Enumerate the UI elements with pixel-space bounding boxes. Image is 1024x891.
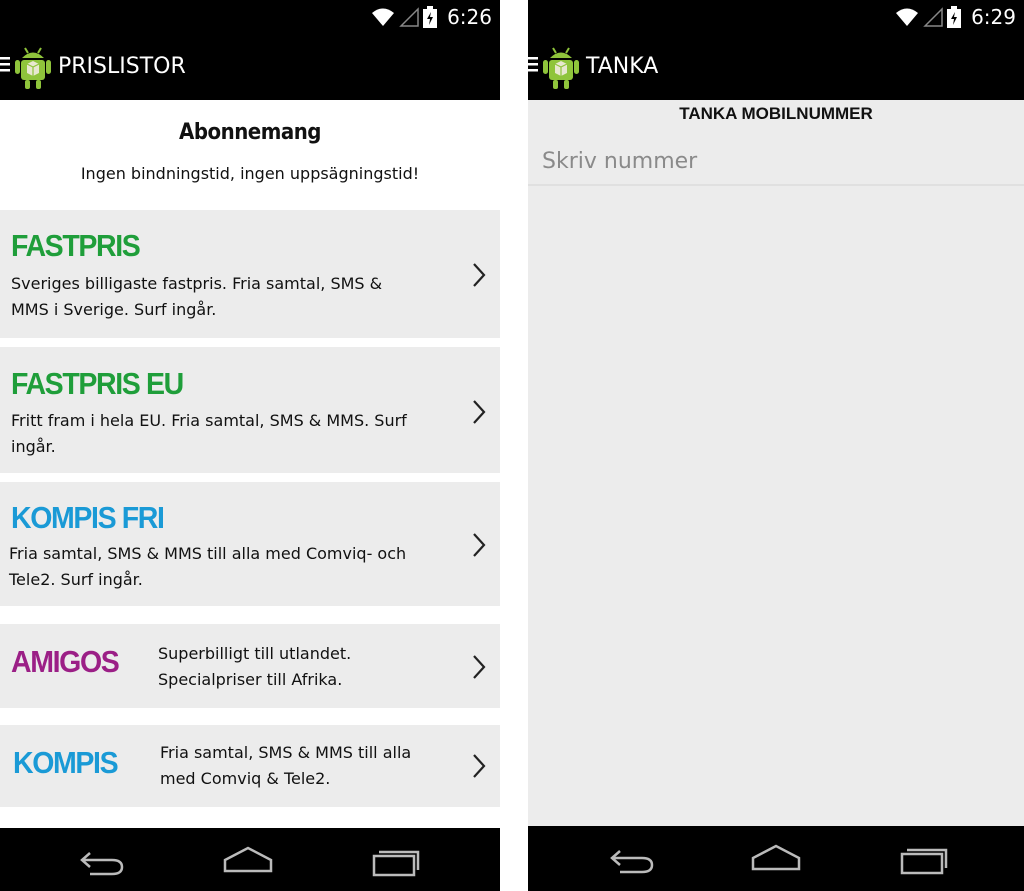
battery-icon — [947, 6, 962, 28]
phone-screen-tanka: 6:29 TANKA TANKA MOBILNUMMER — [528, 0, 1024, 891]
home-icon[interactable] — [750, 841, 802, 875]
back-icon[interactable] — [606, 841, 658, 875]
subscription-header: Abonnemang Ingen bindningstid, ingen upp… — [0, 102, 500, 209]
status-bar: 6:29 — [528, 0, 1024, 34]
android-app-icon[interactable] — [528, 44, 580, 90]
chevron-right-icon — [473, 655, 486, 679]
status-bar: 6:26 — [0, 0, 500, 34]
status-time: 6:26 — [447, 5, 492, 29]
plan-name: FASTPRIS — [11, 228, 141, 263]
wifi-icon — [896, 8, 919, 26]
plan-item-kompis-fri[interactable]: KOMPIS FRI Fria samtal, SMS & MMS till a… — [0, 482, 500, 606]
header-title: Abonnemang — [179, 120, 321, 145]
navigation-bar — [528, 826, 1024, 891]
plan-description-line: med Comviq & Tele2. — [160, 769, 331, 788]
plan-description-line: Sveriges billigaste fastpris. Fria samta… — [11, 274, 383, 293]
phone-screen-prislistor: 6:26 PRISLISTOR Abonnemang Ingen bindnin… — [0, 0, 500, 891]
signal-icon — [399, 7, 419, 27]
section-title: TANKA MOBILNUMMER — [679, 104, 873, 123]
plan-name: FASTPRIS EU — [11, 366, 184, 401]
signal-icon — [923, 7, 943, 27]
plan-description: Fria samtal, SMS & MMS till alla med Com… — [9, 541, 449, 593]
chevron-right-icon — [473, 400, 486, 424]
plan-description-line: Fria samtal, SMS & MMS till alla — [160, 743, 412, 762]
plan-item-fastpris-eu[interactable]: FASTPRIS EU Fritt fram i hela EU. Fria s… — [0, 347, 500, 473]
plan-description: Fritt fram i hela EU. Fria samtal, SMS &… — [11, 408, 451, 460]
header-subtitle: Ingen bindningstid, ingen uppsägningstid… — [80, 164, 420, 183]
plan-name: KOMPIS — [13, 745, 119, 780]
wifi-icon — [372, 8, 395, 26]
status-time: 6:29 — [971, 5, 1016, 29]
chevron-right-icon — [473, 754, 486, 778]
plan-description-line: Tele2. Surf ingår. — [9, 570, 143, 589]
action-bar: TANKA — [528, 34, 1024, 100]
plan-description: Sveriges billigaste fastpris. Fria samta… — [11, 271, 451, 323]
plan-description-line: Superbilligt till utlandet. — [158, 644, 352, 663]
home-icon[interactable] — [222, 843, 274, 877]
plan-name: KOMPIS FRI — [11, 500, 165, 535]
plan-item-kompis[interactable]: KOMPIS Fria samtal, SMS & MMS till alla … — [0, 725, 500, 807]
plan-item-fastpris[interactable]: FASTPRIS Sveriges billigaste fastpris. F… — [0, 210, 500, 338]
plan-description-line: Specialpriser till Afrika. — [158, 670, 343, 689]
recents-icon[interactable] — [898, 841, 950, 875]
chevron-right-icon — [473, 263, 486, 287]
plan-description: Fria samtal, SMS & MMS till alla med Com… — [160, 740, 450, 792]
action-bar: PRISLISTOR — [0, 34, 500, 100]
plan-description: Superbilligt till utlandet. Specialprise… — [158, 641, 448, 693]
plan-name: AMIGOS — [11, 644, 120, 679]
status-icons: 6:26 — [371, 0, 492, 34]
plan-item-amigos[interactable]: AMIGOS Superbilligt till utlandet. Speci… — [0, 624, 500, 708]
actionbar-title: TANKA — [586, 54, 659, 79]
actionbar-title: PRISLISTOR — [58, 54, 186, 79]
phone-number-field[interactable] — [528, 140, 1024, 186]
android-app-icon[interactable] — [0, 44, 52, 90]
plan-description-line: MMS i Sverige. Surf ingår. — [11, 300, 217, 319]
back-icon[interactable] — [76, 843, 128, 877]
navigation-bar — [0, 828, 500, 891]
plan-description-line: Fria samtal, SMS & MMS till alla med Com… — [9, 544, 407, 563]
chevron-right-icon — [473, 533, 486, 557]
phone-number-input[interactable] — [542, 140, 1002, 182]
plan-description-line: Fritt fram i hela EU. Fria samtal, SMS &… — [11, 411, 407, 430]
status-icons: 6:29 — [895, 0, 1016, 34]
battery-icon — [423, 6, 438, 28]
plan-description-line: ingår. — [11, 437, 56, 456]
recents-icon[interactable] — [370, 843, 422, 877]
